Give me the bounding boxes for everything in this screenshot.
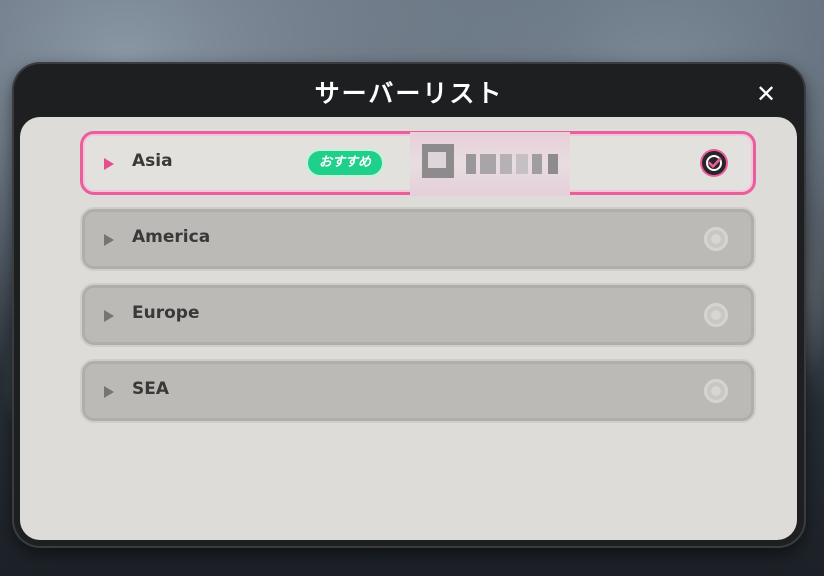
server-list-dialog: サーバーリスト ✕ Asia おすすめ America Europe SEA: [14, 64, 804, 546]
arrow-right-icon: [104, 158, 114, 170]
server-row-sea[interactable]: SEA: [80, 359, 756, 423]
radio-empty-icon: [704, 379, 728, 403]
radio-empty-icon: [704, 227, 728, 251]
server-name: Asia: [132, 151, 173, 171]
server-name: Europe: [132, 303, 200, 323]
close-icon: ✕: [755, 80, 777, 108]
server-name: SEA: [132, 379, 170, 399]
arrow-right-icon: [104, 386, 114, 398]
arrow-right-icon: [104, 310, 114, 322]
server-row-america[interactable]: America: [80, 207, 756, 271]
redacted-info: [410, 132, 570, 196]
server-list-panel: Asia おすすめ America Europe SEA: [20, 117, 797, 540]
recommended-badge: おすすめ: [308, 151, 382, 175]
check-circle-icon: [702, 151, 726, 175]
server-name: America: [132, 227, 211, 247]
arrow-right-icon: [104, 234, 114, 246]
dialog-title: サーバーリスト: [314, 79, 504, 108]
server-row-europe[interactable]: Europe: [80, 283, 756, 347]
radio-empty-icon: [704, 303, 728, 327]
server-row-asia[interactable]: Asia おすすめ: [80, 131, 756, 196]
close-button[interactable]: ✕: [752, 80, 780, 108]
